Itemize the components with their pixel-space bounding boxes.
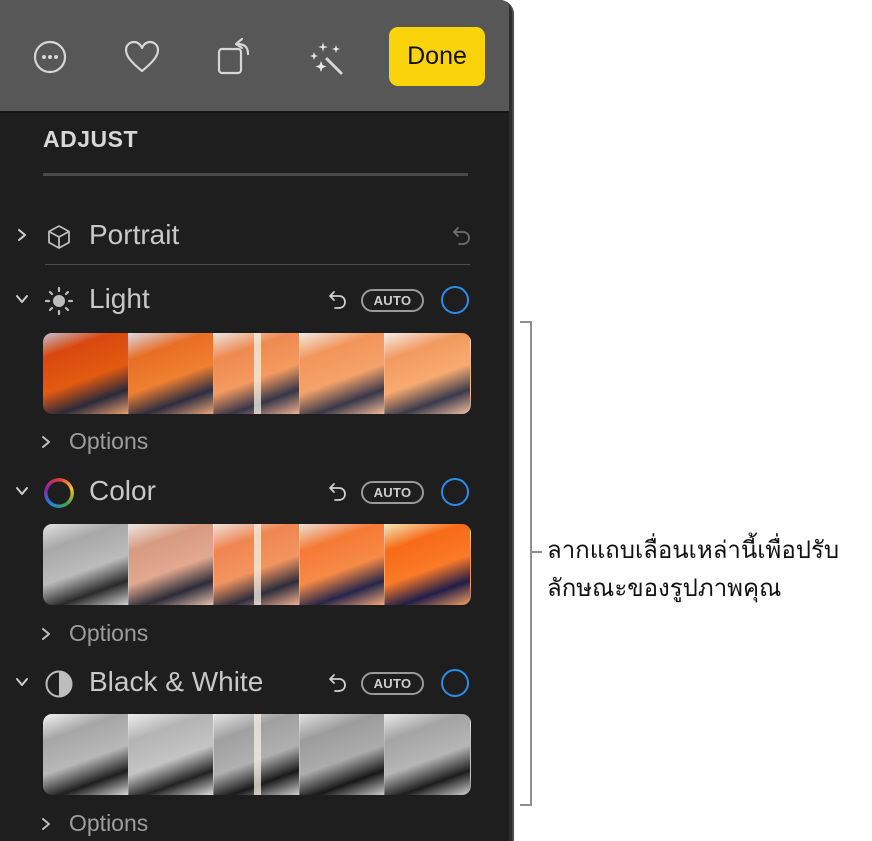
enable-toggle[interactable] <box>441 286 469 314</box>
light-filmstrip-slider[interactable] <box>43 333 471 414</box>
callout-leader <box>532 551 542 553</box>
more-options-icon[interactable] <box>30 37 70 77</box>
filmstrip-frame <box>299 714 386 795</box>
black-white-options-toggle[interactable]: Options <box>38 810 238 838</box>
slider-handle[interactable] <box>254 714 261 795</box>
options-label: Options <box>69 620 149 646</box>
options-label: Options <box>69 428 149 454</box>
chevron-down-icon[interactable] <box>12 672 32 692</box>
adjust-heading: ADJUST <box>43 126 139 152</box>
callout-text: ลากแถบเลื่อนเหล่านี้เพื่อปรับ ลักษณะของร… <box>547 537 840 602</box>
filmstrip-frame <box>128 714 215 795</box>
chevron-right-icon <box>42 818 50 830</box>
color-filmstrip-slider[interactable] <box>43 524 471 605</box>
chevron-right-icon[interactable] <box>12 225 32 245</box>
auto-button[interactable]: AUTO <box>361 481 424 504</box>
revert-icon[interactable] <box>326 480 350 504</box>
filmstrip-frame <box>385 333 471 414</box>
filmstrip-frame <box>385 714 471 795</box>
enable-toggle[interactable] <box>441 478 469 506</box>
auto-button[interactable]: AUTO <box>361 289 424 312</box>
revert-icon[interactable] <box>326 671 350 695</box>
chevron-down-icon[interactable] <box>12 289 32 309</box>
rotate-icon[interactable] <box>214 37 254 77</box>
slider-handle[interactable] <box>254 524 261 605</box>
done-button[interactable]: Done <box>389 27 485 86</box>
half-circle-icon <box>44 669 74 699</box>
enable-toggle[interactable] <box>441 669 469 697</box>
edit-toolbar: Done <box>0 0 512 113</box>
callout-bracket <box>520 321 532 806</box>
filmstrip-frame <box>299 333 386 414</box>
adjust-panel: Done ADJUST Portrait Light AUTO Options … <box>0 0 514 841</box>
sun-icon <box>44 286 74 316</box>
cube-icon <box>44 222 74 252</box>
revert-icon[interactable] <box>326 288 350 312</box>
chevron-right-icon <box>42 628 50 640</box>
filmstrip-frame <box>43 333 129 414</box>
adjust-divider <box>43 173 468 176</box>
section-label: Portrait <box>89 219 180 250</box>
slider-handle[interactable] <box>254 333 261 414</box>
section-label: Light <box>89 283 150 314</box>
chevron-down-icon[interactable] <box>12 481 32 501</box>
options-label: Options <box>69 810 149 836</box>
light-options-toggle[interactable]: Options <box>38 428 238 456</box>
auto-enhance-wand-icon[interactable] <box>307 37 347 77</box>
section-label: Color <box>89 475 156 506</box>
section-divider <box>45 264 470 265</box>
chevron-right-icon <box>42 436 50 448</box>
favorite-heart-icon[interactable] <box>122 37 162 77</box>
filmstrip-frame <box>385 524 471 605</box>
black-white-filmstrip-slider[interactable] <box>43 714 471 795</box>
filmstrip-frame <box>299 524 386 605</box>
filmstrip-frame <box>128 524 215 605</box>
filmstrip-frame <box>43 524 129 605</box>
color-options-toggle[interactable]: Options <box>38 620 238 648</box>
filmstrip-frame <box>128 333 215 414</box>
auto-button[interactable]: AUTO <box>361 672 424 695</box>
section-black-white[interactable]: Black & White AUTO <box>0 662 500 702</box>
section-color[interactable]: Color AUTO <box>0 471 500 511</box>
section-label: Black & White <box>89 666 264 697</box>
section-portrait[interactable]: Portrait <box>0 215 500 255</box>
section-light[interactable]: Light AUTO <box>0 279 500 319</box>
filmstrip-frame <box>43 714 129 795</box>
revert-icon[interactable] <box>450 224 474 248</box>
color-wheel-icon <box>44 478 74 508</box>
